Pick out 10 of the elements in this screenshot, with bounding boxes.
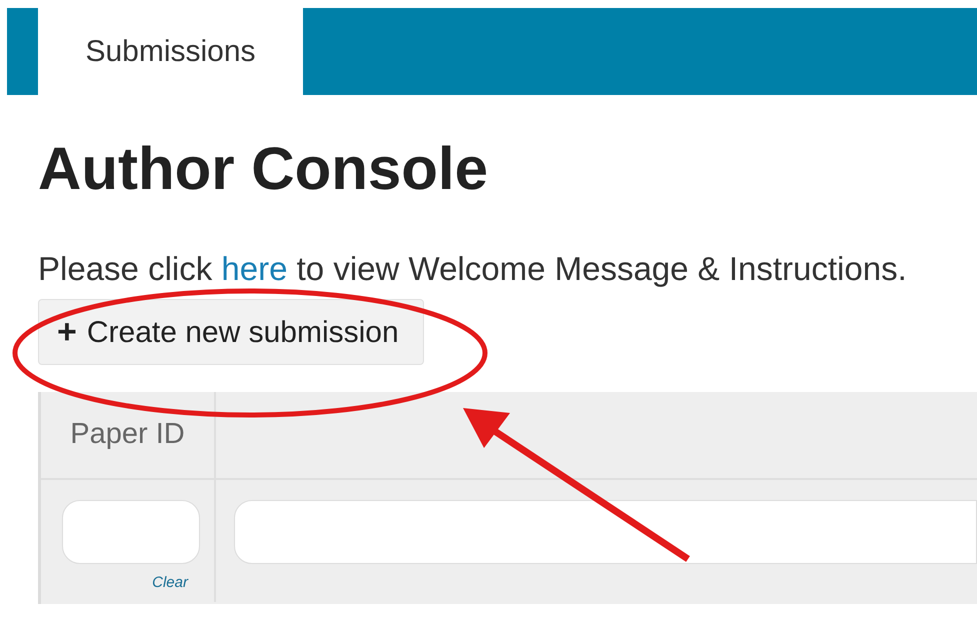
here-link[interactable]: here — [221, 250, 288, 287]
filter-field[interactable] — [62, 500, 200, 564]
intro-text: Please click here to view Welcome Message & Instructions. — [38, 251, 907, 287]
tab[interactable]: Submissions — [38, 8, 303, 95]
page-heading: Author Console — [38, 137, 488, 201]
column-header: Paper ID — [70, 417, 185, 452]
plus-icon: + — [57, 315, 77, 349]
create-submission-button[interactable]: + Create new submission — [38, 299, 424, 365]
clear-link[interactable]: Clear — [152, 572, 188, 594]
filter-field[interactable] — [234, 500, 977, 564]
